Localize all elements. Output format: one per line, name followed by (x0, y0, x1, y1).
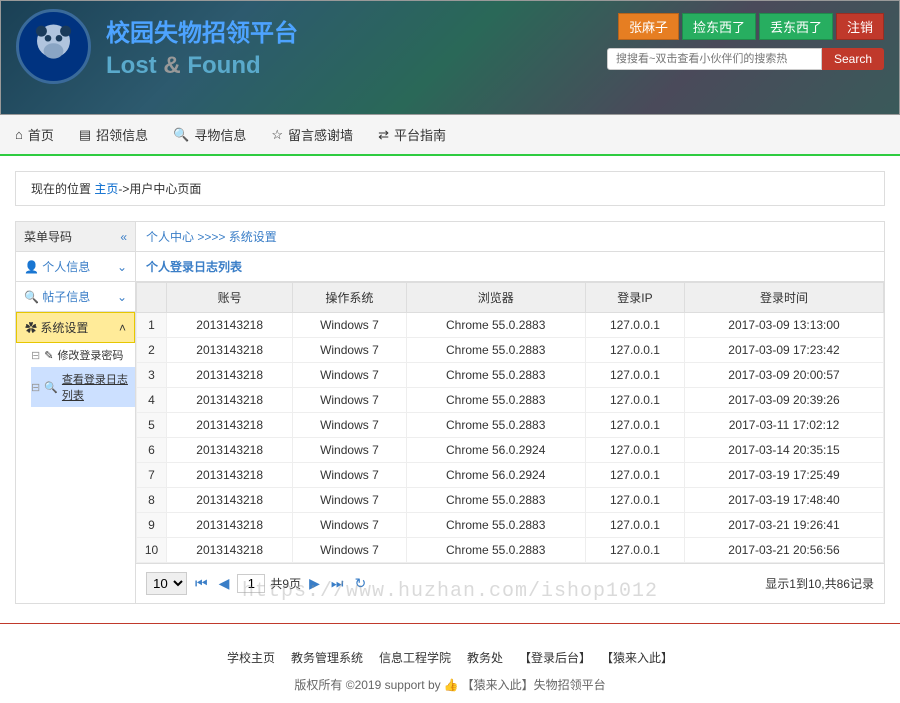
content-title: 个人登录日志列表 (136, 252, 884, 282)
pickup-button[interactable]: 捡东西了 (682, 13, 756, 40)
chevron-down-icon: ⌄ (117, 290, 127, 304)
pager-prev[interactable]: ◀ (216, 575, 233, 592)
site-title-cn: 校园失物招领平台 (106, 13, 298, 48)
pager-total: 共9页 (270, 575, 301, 592)
edit-icon: ✎ (44, 349, 53, 362)
table-row[interactable]: 72013143218Windows 7Chrome 56.0.2924127.… (137, 463, 884, 488)
content: 个人中心 >>>> 系统设置 个人登录日志列表 账号操作系统浏览器登录IP登录时… (136, 222, 884, 603)
sidebar-sub-password[interactable]: ⊟✎修改登录密码 (31, 343, 135, 367)
search-icon: 🔍 (173, 127, 189, 143)
lost-button[interactable]: 丢东西了 (759, 13, 833, 40)
table-row[interactable]: 62013143218Windows 7Chrome 56.0.2924127.… (137, 438, 884, 463)
table-row[interactable]: 32013143218Windows 7Chrome 55.0.2883127.… (137, 363, 884, 388)
footer-link[interactable]: 教务管理系统 (291, 651, 363, 665)
table-row[interactable]: 92013143218Windows 7Chrome 55.0.2883127.… (137, 513, 884, 538)
table-header: 登录IP (585, 283, 684, 313)
footer-link[interactable]: 教务处 (467, 651, 503, 665)
table-row[interactable]: 42013143218Windows 7Chrome 55.0.2883127.… (137, 388, 884, 413)
search-icon: 🔍 (44, 381, 58, 394)
table-header: 浏览器 (406, 283, 585, 313)
divider (0, 604, 900, 624)
table-row[interactable]: 12013143218Windows 7Chrome 55.0.2883127.… (137, 313, 884, 338)
nav-home[interactable]: ⌂首页 (15, 125, 54, 144)
nav-find[interactable]: 🔍寻物信息 (173, 125, 246, 144)
nav-guide[interactable]: ⇄平台指南 (378, 125, 446, 144)
sidebar-item-post[interactable]: 🔍 帖子信息⌄ (16, 282, 135, 312)
search-input[interactable] (607, 48, 822, 70)
thumbs-up-icon: 👍 (444, 678, 459, 692)
footer-link[interactable]: 学校主页 (227, 651, 275, 665)
home-icon: ⌂ (15, 127, 23, 142)
pager-first[interactable]: ⏮ (192, 575, 211, 592)
main-nav: ⌂首页 ▤招领信息 🔍寻物信息 ☆留言感谢墙 ⇄平台指南 (0, 115, 900, 156)
sidebar-item-personal[interactable]: 👤 个人信息⌄ (16, 252, 135, 282)
header: 校园失物招领平台 Lost & Found 张麻子 捡东西了 丢东西了 注销 S… (0, 0, 900, 115)
footer-link[interactable]: 【登录后台】 (519, 651, 591, 665)
chevron-up-icon: ˄ (119, 321, 126, 335)
nav-claim[interactable]: ▤招领信息 (79, 125, 148, 144)
pager-info: 显示1到10,共86记录 (765, 575, 874, 592)
chevron-left-icon[interactable]: « (120, 230, 127, 244)
table-header: 账号 (167, 283, 293, 313)
star-icon: ☆ (271, 127, 283, 143)
sidebar-menu-head: 菜单导码« (16, 222, 135, 252)
logout-button[interactable]: 注销 (836, 13, 884, 40)
page-size-select[interactable]: 10 (146, 572, 187, 595)
pager-refresh[interactable]: ↻ (351, 575, 369, 592)
tree-icon: ⊟ (31, 381, 40, 394)
footer: 学校主页教务管理系统信息工程学院教务处【登录后台】【猿来入此】 版权所有 ©20… (0, 639, 900, 703)
table-row[interactable]: 22013143218Windows 7Chrome 55.0.2883127.… (137, 338, 884, 363)
page-input[interactable] (237, 574, 265, 593)
login-log-table: 账号操作系统浏览器登录IP登录时间 12013143218Windows 7Ch… (136, 282, 884, 563)
sidebar-sub-loginlog[interactable]: ⊟🔍查看登录日志列表 (31, 367, 135, 407)
chevron-down-icon: ⌄ (117, 260, 127, 274)
table-row[interactable]: 52013143218Windows 7Chrome 55.0.2883127.… (137, 413, 884, 438)
user-icon: 👤 (24, 260, 39, 274)
breadcrumb-home[interactable]: 主页 (94, 182, 118, 196)
table-row[interactable]: 102013143218Windows 7Chrome 55.0.2883127… (137, 538, 884, 563)
tree-icon: ⊟ (31, 349, 40, 362)
search-icon: 🔍 (24, 290, 39, 304)
content-breadcrumb: 个人中心 >>>> 系统设置 (136, 222, 884, 252)
table-header: 操作系统 (293, 283, 406, 313)
guide-icon: ⇄ (378, 127, 389, 143)
gear-icon: ✿ (25, 321, 37, 335)
image-icon: ▤ (79, 127, 91, 143)
pager-last[interactable]: ⏭ (328, 575, 347, 592)
nav-wall[interactable]: ☆留言感谢墙 (271, 125, 353, 144)
pager: 10 ⏮ ◀ 共9页 ▶ ⏭ ↻ 显示1到10,共86记录 (136, 563, 884, 603)
table-row[interactable]: 82013143218Windows 7Chrome 55.0.2883127.… (137, 488, 884, 513)
breadcrumb: 现在的位置 主页->用户中心页面 (15, 171, 885, 206)
sidebar-item-settings[interactable]: ✿ 系统设置˄ (16, 312, 135, 343)
sidebar: 菜单导码« 👤 个人信息⌄ 🔍 帖子信息⌄ ✿ 系统设置˄ ⊟✎修改登录密码 ⊟… (16, 222, 136, 603)
search-button[interactable]: Search (822, 48, 884, 70)
table-header: 登录时间 (685, 283, 884, 313)
footer-link[interactable]: 信息工程学院 (379, 651, 451, 665)
footer-link[interactable]: 【猿来入此】 (607, 651, 673, 665)
logo-icon (16, 9, 91, 84)
pager-next[interactable]: ▶ (306, 575, 323, 592)
site-title-en: Lost & Found (106, 52, 298, 80)
user-button[interactable]: 张麻子 (618, 13, 679, 40)
